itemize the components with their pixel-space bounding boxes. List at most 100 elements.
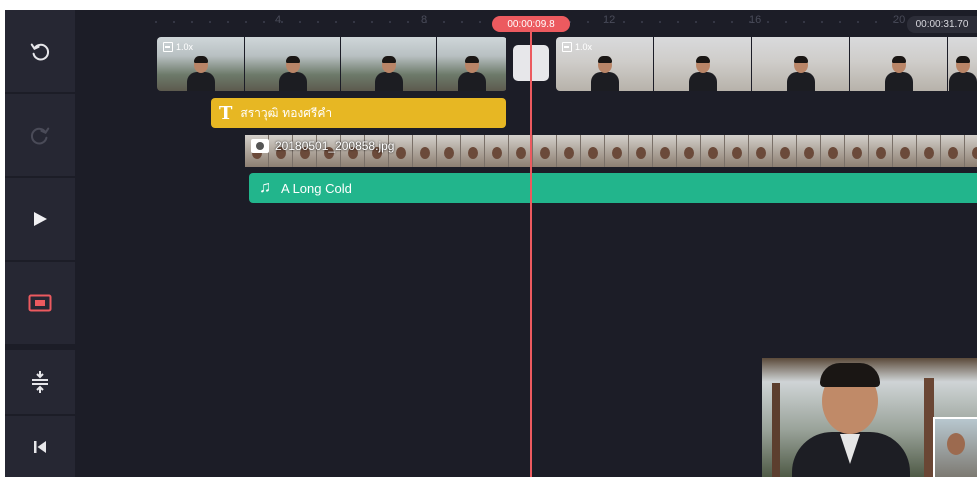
clip-speed-label: 1.0x [176, 42, 194, 52]
ruler-tick [443, 21, 445, 23]
ruler-tick [263, 21, 265, 23]
text-layer[interactable]: T สราวุฒิ ทองศรีคำ [211, 98, 506, 128]
image-thumbnail [917, 135, 941, 167]
skip-to-start-button[interactable] [5, 416, 75, 477]
ruler-label: 16 [749, 14, 762, 26]
clip-thumbnail [245, 37, 341, 91]
clip-thumbnail [948, 37, 977, 91]
ruler-tick [407, 21, 409, 23]
image-thumbnail [749, 135, 773, 167]
audio-layer[interactable]: ♫ A Long Cold [249, 173, 977, 203]
image-thumbnail [893, 135, 917, 167]
ruler-tick [677, 21, 679, 23]
image-layer-label: 20180501_200858.jpg [275, 139, 395, 153]
ruler-tick [425, 21, 427, 23]
ruler-tick [857, 21, 859, 23]
speed-icon [562, 42, 572, 52]
ruler-tick [371, 21, 373, 23]
image-thumbnail [437, 135, 461, 167]
clip-speed-label: 1.0x [575, 42, 593, 52]
clip-thumbnail [437, 37, 507, 91]
image-layer-label-group: 20180501_200858.jpg [251, 139, 394, 153]
ruler-tick [839, 21, 841, 23]
music-note-icon: ♫ [259, 179, 271, 196]
image-thumbnail [485, 135, 509, 167]
clip-thumbnail [654, 37, 752, 91]
clip-thumbnail [850, 37, 948, 91]
ruler-tick [389, 21, 391, 23]
video-editor-screen: 4 8 12 16 20 00:00:09.8 00:00:31.70 1.0x… [5, 10, 977, 477]
camera-icon [251, 139, 269, 153]
image-thumbnail [605, 135, 629, 167]
ruler-tick [821, 21, 823, 23]
total-duration: 00:00:31.70 [907, 16, 977, 33]
video-clip-2[interactable]: 1.0x [556, 37, 977, 91]
ruler-tick [191, 21, 193, 23]
preview-mode-button[interactable] [5, 262, 75, 346]
image-thumbnail [413, 135, 437, 167]
ruler-tick [605, 21, 607, 23]
text-layer-label: สราวุฒิ ทองศรีคำ [240, 105, 333, 120]
play-icon [34, 212, 47, 226]
video-preview [762, 358, 977, 477]
image-thumbnail [557, 135, 581, 167]
image-thumbnail [725, 135, 749, 167]
image-thumbnail [845, 135, 869, 167]
image-thumbnail [965, 135, 977, 167]
image-thumbnail [869, 135, 893, 167]
ruler-tick [695, 21, 697, 23]
preview-screen-icon [28, 294, 52, 312]
redo-button[interactable] [5, 94, 75, 178]
redo-icon [30, 127, 50, 145]
ruler-tick [875, 21, 877, 23]
ruler-tick [785, 21, 787, 23]
ruler-tick [173, 21, 175, 23]
ruler-label: 4 [275, 14, 282, 26]
clip-thumbnail [341, 37, 437, 91]
image-thumbnail [797, 135, 821, 167]
image-thumbnail [941, 135, 965, 167]
ruler-tick [227, 21, 229, 23]
video-clip-1[interactable]: 1.0x [157, 37, 507, 91]
ruler-tick [299, 21, 301, 23]
ruler-tick [713, 21, 715, 23]
image-thumbnail [653, 135, 677, 167]
image-thumbnail [461, 135, 485, 167]
clip-speed-badge: 1.0x [163, 42, 193, 52]
ruler-tick [767, 21, 769, 23]
audio-layer-label: A Long Cold [281, 180, 352, 196]
ruler-tick [479, 21, 481, 23]
ruler-tick [353, 21, 355, 23]
text-icon: T [219, 102, 233, 124]
undo-button[interactable] [5, 10, 75, 94]
ruler-tick [335, 21, 337, 23]
clip-speed-badge: 1.0x [562, 42, 592, 52]
ruler-tick [803, 21, 805, 23]
image-thumbnail [677, 135, 701, 167]
side-toolbar [5, 10, 75, 477]
ruler-label: 20 [893, 14, 906, 26]
current-time-indicator[interactable]: 00:00:09.8 [492, 16, 570, 32]
track-adjust-button[interactable] [5, 346, 75, 416]
clip-thumbnail [752, 37, 850, 91]
ruler-tick [281, 21, 283, 23]
skip-to-start-icon [34, 440, 46, 453]
ruler-tick [317, 21, 319, 23]
playhead[interactable] [530, 32, 532, 477]
image-thumbnail [701, 135, 725, 167]
ruler-tick [245, 21, 247, 23]
ruler-label: 8 [421, 14, 428, 26]
timeline[interactable]: 4 8 12 16 20 00:00:09.8 00:00:31.70 1.0x… [75, 10, 977, 477]
image-thumbnail [629, 135, 653, 167]
image-thumbnail [581, 135, 605, 167]
pip-overlay [933, 417, 977, 477]
image-thumbnail [533, 135, 557, 167]
ruler-tick [623, 21, 625, 23]
ruler-tick [461, 21, 463, 23]
undo-icon [30, 43, 50, 61]
ruler-tick [893, 21, 895, 23]
play-button[interactable] [5, 178, 75, 262]
image-thumbnail [773, 135, 797, 167]
ruler-tick [155, 21, 157, 23]
ruler-tick [749, 21, 751, 23]
